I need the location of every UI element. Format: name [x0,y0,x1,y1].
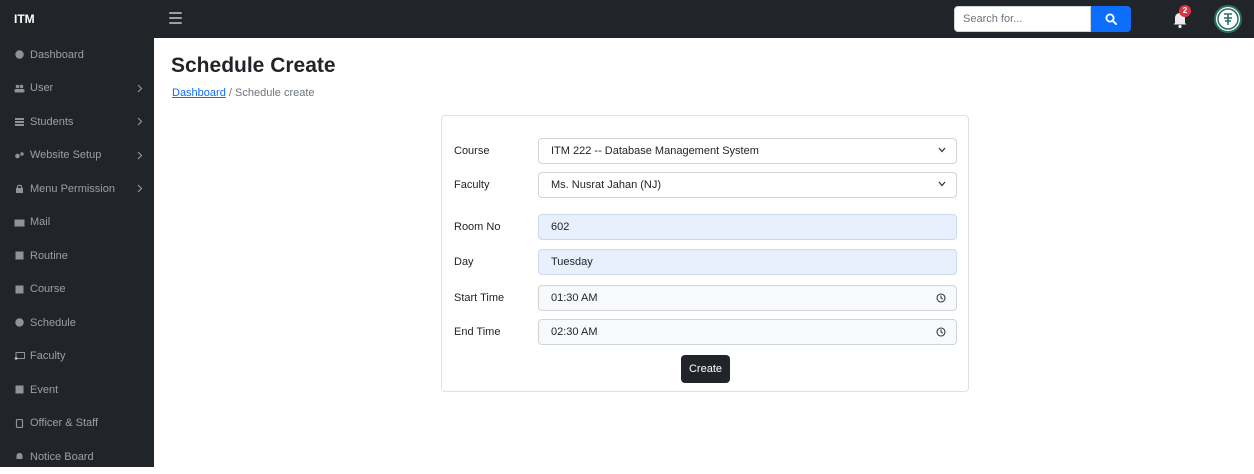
sidebar-item-label: Course [30,283,66,296]
notification-badge: 2 [1179,5,1191,17]
sidebar-item-label: Schedule [30,316,76,329]
course-selected-value: ITM 222 -- Database Management System [551,145,759,157]
schedule-form-card: Course ITM 222 -- Database Management Sy… [441,115,969,392]
faculty-label: Faculty [454,179,490,191]
sidebar-item-label: Officer & Staff [30,417,99,430]
day-label: Day [454,256,474,268]
sidebar-item-students[interactable]: Students [0,105,154,139]
calendar-icon [15,385,24,394]
chalkboard-icon [14,351,25,360]
start-time-value: 01:30 AM [551,292,598,304]
start-time-row: Start Time 01:30 AM [454,285,957,311]
brand-name[interactable]: ITM [14,0,35,38]
room-no-input[interactable]: 602 [538,214,957,240]
clock-icon[interactable] [936,293,946,303]
user-avatar-logo[interactable] [1214,5,1242,33]
room-label: Room No [454,221,501,233]
sidebar-item-label: Routine [30,249,68,262]
top-navbar: ITM 2 [0,0,1254,38]
start-time-input[interactable]: 01:30 AM [538,285,957,311]
chevron-right-icon [137,184,143,193]
sidebar-item-routine[interactable]: Routine [0,239,154,273]
sidebar-item-label: Event [30,383,59,396]
sidebar-item-website-setup[interactable]: Website Setup [0,139,154,173]
sidebar-item-course[interactable]: Course [0,273,154,307]
sidebar: Dashboard User Students Website Setup Me… [0,38,154,467]
sidebar-item-label: Notice Board [30,450,94,463]
sidebar-item-menu-permission[interactable]: Menu Permission [0,172,154,206]
book-icon [15,285,24,294]
start-time-label: Start Time [454,292,505,304]
sidebar-item-label: Website Setup [30,149,102,162]
breadcrumb: Dashboard / Schedule create [172,87,315,99]
chevron-down-icon [938,181,946,187]
students-icon [15,118,24,127]
clock-icon[interactable] [936,327,946,337]
end-time-input[interactable]: 02:30 AM [538,319,957,345]
breadcrumb-current: Schedule create [235,87,315,99]
breadcrumb-separator: / [228,87,232,99]
search-input[interactable] [954,6,1091,32]
course-label: Course [454,145,490,157]
sidebar-item-user[interactable]: User [0,72,154,106]
breadcrumb-dashboard-link[interactable]: Dashboard [172,87,226,99]
sidebar-item-label: Faculty [30,350,66,363]
room-row: Room No 602 [454,214,957,240]
chevron-down-icon [938,147,946,153]
room-no-value: 602 [551,221,570,233]
sidebar-item-faculty[interactable]: Faculty [0,340,154,374]
id-card-icon [15,418,24,428]
sidebar-item-label: User [30,82,54,95]
sidebar-toggle-icon[interactable] [169,12,182,24]
sidebar-item-label: Students [30,115,74,128]
gauge-icon [15,50,24,59]
gears-icon [15,152,24,159]
search-form [954,6,1132,32]
day-row: Day Tuesday [454,249,957,275]
lock-icon [16,185,23,194]
sidebar-item-schedule[interactable]: Schedule [0,306,154,340]
users-icon [14,84,25,93]
page-title: Schedule Create [171,54,336,77]
faculty-row: Faculty Ms. Nusrat Jahan (NJ) [454,172,957,198]
sidebar-item-notice-board[interactable]: Notice Board [0,440,154,474]
sidebar-item-officer-staff[interactable]: Officer & Staff [0,407,154,441]
chevron-right-icon [137,117,143,126]
sidebar-item-event[interactable]: Event [0,373,154,407]
table-icon [15,251,24,260]
institution-logo-icon [1217,8,1239,30]
bell-icon [16,453,23,460]
course-select[interactable]: ITM 222 -- Database Management System [538,138,957,164]
sidebar-item-mail[interactable]: Mail [0,206,154,240]
day-input[interactable]: Tuesday [538,249,957,275]
search-icon [1105,13,1117,25]
faculty-selected-value: Ms. Nusrat Jahan (NJ) [551,179,662,191]
create-button[interactable]: Create [681,355,730,383]
clock-icon [15,318,24,327]
faculty-select[interactable]: Ms. Nusrat Jahan (NJ) [538,172,957,198]
end-time-value: 02:30 AM [551,326,598,338]
chevron-right-icon [137,84,143,92]
sidebar-item-label: Menu Permission [30,182,115,195]
sidebar-item-label: Mail [30,216,51,229]
search-button[interactable] [1091,6,1131,32]
day-value: Tuesday [551,256,593,268]
chevron-right-icon [137,151,143,159]
sidebar-item-label: Dashboard [30,48,84,61]
sidebar-item-dashboard[interactable]: Dashboard [0,38,154,72]
envelope-icon [14,219,25,227]
course-row: Course ITM 222 -- Database Management Sy… [454,138,957,164]
end-time-row: End Time 02:30 AM [454,319,957,345]
end-time-label: End Time [454,326,501,338]
